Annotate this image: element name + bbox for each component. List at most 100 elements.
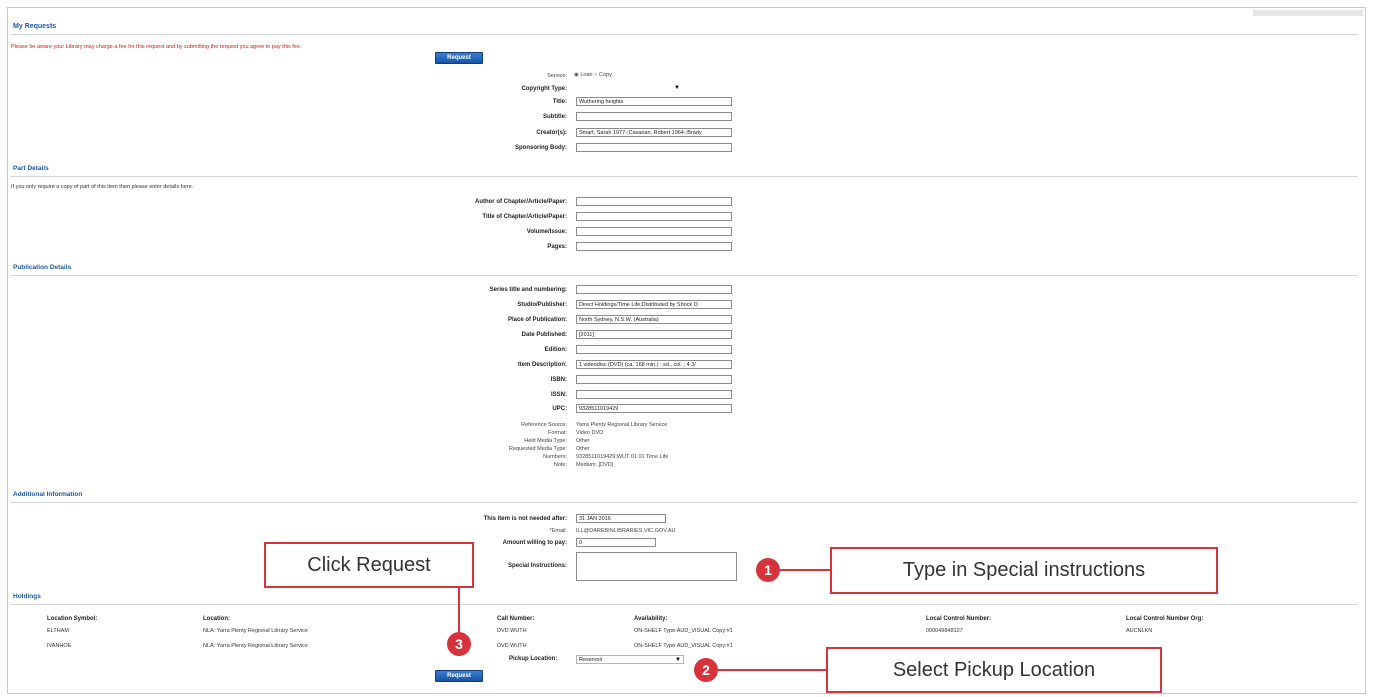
isbn-label: ISBN: xyxy=(550,377,567,383)
series-title-label: Series title and numbering: xyxy=(489,287,567,293)
pub-field-row: UPC: 9328511019429 xyxy=(0,404,1375,415)
location-cell: NLA: Yarra Plenty Regional Library Servi… xyxy=(203,628,308,634)
part-field-row: Author of Chapter/Article/Paper: xyxy=(0,197,1375,208)
pub-field-row: Place of Publication: North Sydney, N.S.… xyxy=(0,315,1375,326)
upc-input[interactable]: 9328511019429 xyxy=(576,404,732,413)
isbn-input[interactable] xyxy=(576,375,732,384)
service-options: ◉ Loan ○ Copy xyxy=(574,71,612,80)
info-row: Reference Source: Yarra Plenty Regional … xyxy=(0,421,1375,429)
local-control-org-cell: AUCNLKN xyxy=(1126,628,1153,634)
series-title-input[interactable] xyxy=(576,285,732,294)
subtitle-label: Subtitle: xyxy=(543,114,567,120)
issn-label: ISSN: xyxy=(550,392,567,398)
part-field-row: Pages: xyxy=(0,242,1375,253)
sponsoring-body-input[interactable] xyxy=(576,143,732,152)
subtitle-row: Subtitle: xyxy=(0,112,1375,123)
volume-issue-label: Volume/Issue: xyxy=(526,229,567,235)
info-row: Note: Medium: [DVD] xyxy=(0,461,1375,469)
pickup-location-select[interactable]: Reservoir ▼ xyxy=(576,655,684,664)
amount-input[interactable]: 0 xyxy=(576,538,656,547)
pub-field-row: Studio/Publisher: Direct Holdings/Time L… xyxy=(0,300,1375,311)
item-description-label: Item Description: xyxy=(517,362,567,368)
pages-input[interactable] xyxy=(576,242,732,251)
format-value: Video DVD xyxy=(576,430,604,436)
chevron-down-icon: ▼ xyxy=(674,85,680,91)
requested-media-value: Other xyxy=(576,446,590,452)
edition-label: Edition: xyxy=(544,347,567,353)
title-label: Title: xyxy=(552,99,567,105)
note-value: Medium: [DVD] xyxy=(576,462,614,468)
call-number-cell: DVD WUTH xyxy=(497,628,527,634)
col-location: Location: xyxy=(203,616,230,622)
email-row: *Email: ILL@DAREBINLIBRARIES.VIC.GOV.AU xyxy=(0,527,1375,536)
part-details-note: If you only require a copy of part of th… xyxy=(11,184,194,190)
pub-field-row: Edition: xyxy=(0,345,1375,356)
pub-field-row: Date Published: [2011] xyxy=(0,330,1375,341)
copy-radio[interactable]: ○ xyxy=(594,72,597,78)
amount-label: Amount willing to pay: xyxy=(502,540,567,546)
author-chapter-input[interactable] xyxy=(576,197,732,206)
page-title: My Requests xyxy=(13,23,57,30)
part-field-row: Volume/Issue: xyxy=(0,227,1375,238)
call-number-cell: DVD WUTH xyxy=(497,643,527,649)
col-availability: Availability: xyxy=(634,616,668,622)
pickup-location-label: Pickup Location: xyxy=(509,656,558,662)
loan-radio[interactable]: ◉ xyxy=(574,72,579,78)
connector-line xyxy=(718,669,828,671)
issn-input[interactable] xyxy=(576,390,732,399)
place-publication-input[interactable]: North Sydney, N.S.W. (Australia) xyxy=(576,315,732,324)
not-needed-row: This item is not needed after: 31 JAN 20… xyxy=(0,514,1375,525)
click-request-callout: Click Request xyxy=(264,542,474,588)
copyright-type-row: Copyright Type: ▼ xyxy=(0,84,1375,95)
held-media-value: Other xyxy=(576,438,590,444)
divider xyxy=(10,502,1358,503)
title-input[interactable]: Wuthering heights xyxy=(576,97,732,106)
pickup-location-value: Reservoir xyxy=(579,657,603,663)
request-button-top[interactable]: Request xyxy=(435,52,483,64)
email-label: *Email: xyxy=(549,528,567,534)
subtitle-input[interactable] xyxy=(576,112,732,121)
date-published-label: Date Published: xyxy=(521,332,567,338)
sponsoring-body-label: Sponsoring Body: xyxy=(515,145,567,151)
copyright-type-select[interactable]: ▼ xyxy=(576,84,682,93)
date-published-input[interactable]: [2011] xyxy=(576,330,732,339)
fee-notice: Please be aware your Library may charge … xyxy=(11,44,302,50)
held-media-label: Held Media Type: xyxy=(524,438,567,444)
not-needed-date-input[interactable]: 31 JAN 2016 xyxy=(576,514,666,523)
author-chapter-label: Author of Chapter/Article/Paper: xyxy=(474,199,567,205)
title-chapter-label: Title of Chapter/Article/Paper: xyxy=(482,214,567,220)
info-row: Held Media Type: Other xyxy=(0,437,1375,445)
loan-label: Loan xyxy=(580,72,593,78)
step-1-badge: 1 xyxy=(756,558,780,582)
studio-publisher-input[interactable]: Direct Holdings/Time Life;Distributed by… xyxy=(576,300,732,309)
copyright-type-label: Copyright Type: xyxy=(521,86,567,92)
location-cell: NLA: Yarra Plenty Regional Library Servi… xyxy=(203,643,308,649)
pickup-location-callout: Select Pickup Location xyxy=(826,647,1162,693)
service-label: Service: xyxy=(547,73,567,79)
holdings-heading: Holdings xyxy=(13,593,41,600)
divider xyxy=(10,275,1358,276)
item-description-input[interactable]: 1 videodisc (DVD) (ca. 168 min.) : sd., … xyxy=(576,360,732,369)
edition-input[interactable] xyxy=(576,345,732,354)
col-call-number: Call Number: xyxy=(497,616,535,622)
location-symbol-cell: IVANHOE xyxy=(47,643,72,649)
volume-issue-input[interactable] xyxy=(576,227,732,236)
special-instructions-label: Special Instructions: xyxy=(507,563,567,569)
sponsoring-body-row: Sponsoring Body: xyxy=(0,143,1375,154)
info-row: Numbers: 9328511019429;WUT 01 01 Time Li… xyxy=(0,453,1375,461)
connector-line xyxy=(458,588,460,632)
service-row: Service: ◉ Loan ○ Copy xyxy=(0,71,1375,82)
col-location-symbol: Location Symbol: xyxy=(47,616,98,622)
top-bar-fade xyxy=(1253,10,1363,16)
part-field-row: Title of Chapter/Article/Paper: xyxy=(0,212,1375,223)
publication-details-heading: Publication Details xyxy=(13,264,72,271)
creators-input[interactable]: Smart, Sarah 1977-;Cavanan, Robert 1964-… xyxy=(576,128,732,137)
pages-label: Pages: xyxy=(547,244,567,250)
special-instructions-textarea[interactable] xyxy=(576,552,737,581)
creators-row: Creator(s): Smart, Sarah 1977-;Cavanan, … xyxy=(0,128,1375,139)
title-chapter-input[interactable] xyxy=(576,212,732,221)
location-symbol-cell: ELTHAM xyxy=(47,628,69,634)
availability-cell: ON-SHELF Type:AUD_VISUAL Copy:#1 xyxy=(634,643,733,649)
divider xyxy=(10,604,1358,605)
request-button-bottom[interactable]: Request xyxy=(435,670,483,682)
